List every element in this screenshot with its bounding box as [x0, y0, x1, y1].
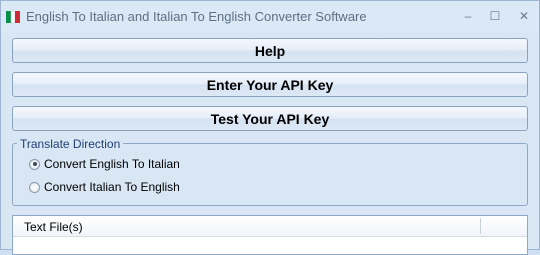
- window-title: English To Italian and Italian To Englis…: [26, 9, 367, 24]
- column-header-text-files[interactable]: Text File(s): [24, 220, 83, 234]
- close-icon[interactable]: ✕: [514, 7, 534, 25]
- maximize-icon[interactable]: ☐: [485, 7, 505, 25]
- text-files-list[interactable]: Text File(s): [12, 215, 528, 255]
- minimize-icon[interactable]: –: [458, 7, 478, 25]
- translate-direction-legend: Translate Direction: [17, 137, 124, 151]
- italian-flag-icon: [6, 10, 20, 24]
- title-bar[interactable]: English To Italian and Italian To Englis…: [1, 1, 539, 33]
- radio-button[interactable]: [29, 181, 40, 193]
- app-window: English To Italian and Italian To Englis…: [0, 0, 540, 255]
- list-header: Text File(s): [13, 216, 527, 237]
- radio-label: Convert Italian To English: [44, 180, 180, 194]
- enter-api-key-button[interactable]: Enter Your API Key: [12, 72, 528, 97]
- help-button[interactable]: Help: [12, 38, 528, 63]
- radio-english-to-italian[interactable]: Convert English To Italian: [29, 156, 180, 172]
- radio-italian-to-english[interactable]: Convert Italian To English: [29, 179, 180, 195]
- radio-label: Convert English To Italian: [44, 157, 180, 171]
- radio-button-selected[interactable]: [29, 158, 40, 170]
- column-separator[interactable]: [480, 218, 481, 234]
- translate-direction-group: [12, 143, 528, 206]
- test-api-key-button[interactable]: Test Your API Key: [12, 106, 528, 131]
